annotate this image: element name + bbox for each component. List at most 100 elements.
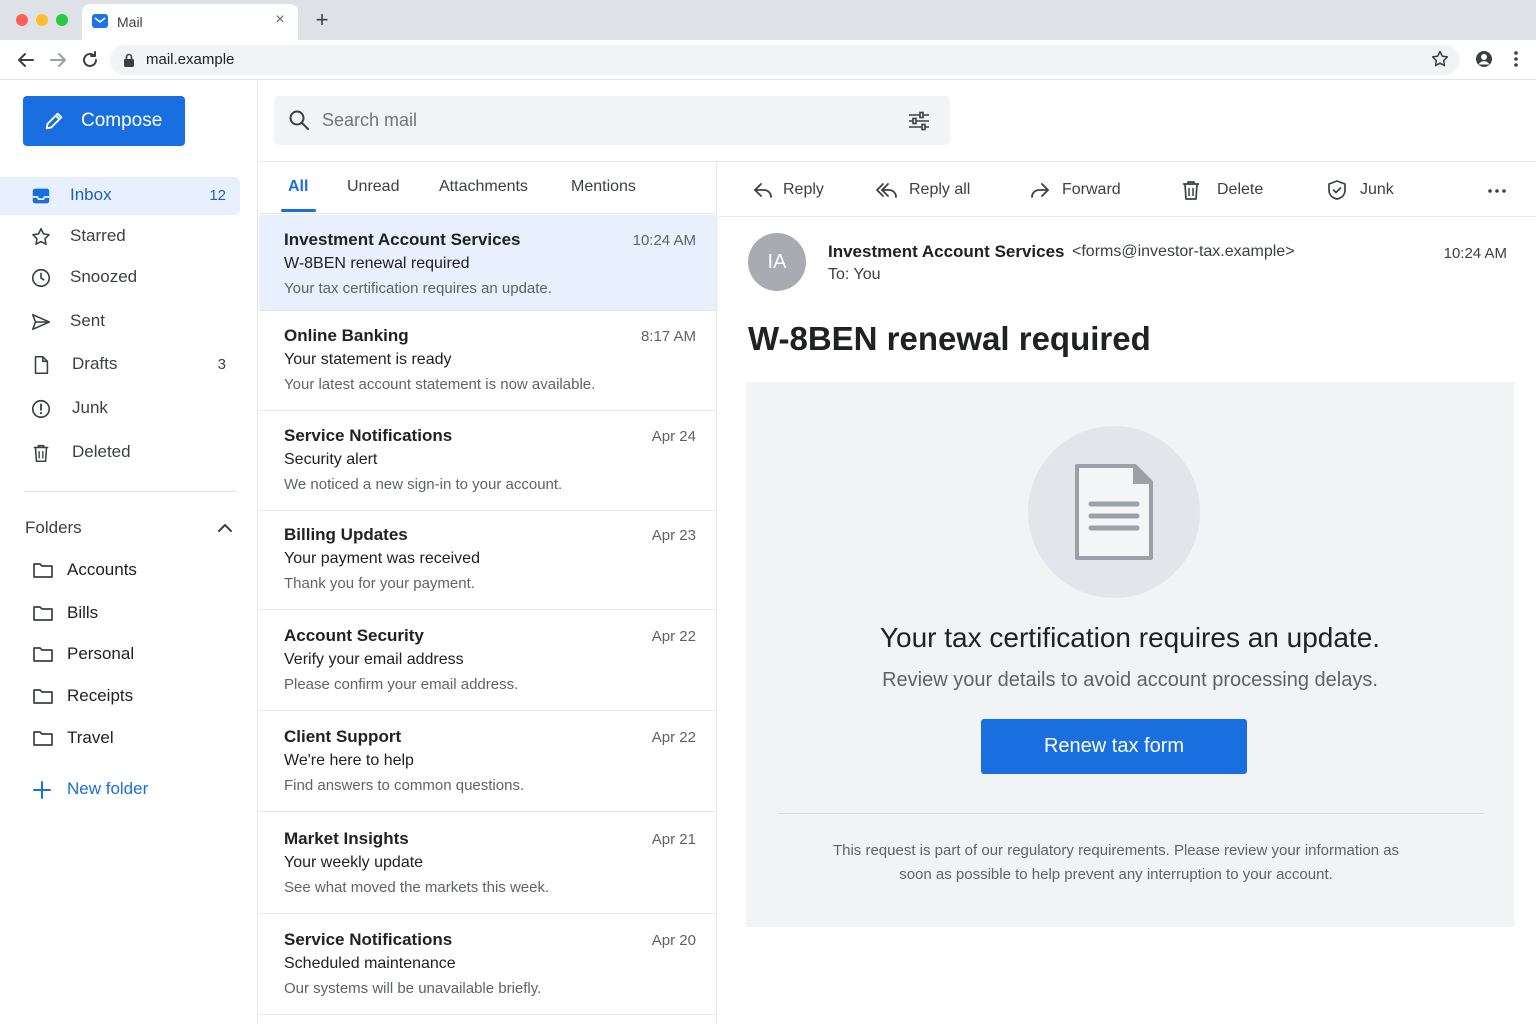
message-row[interactable]: Billing Updates Apr 23 Your payment was … [259, 510, 716, 610]
maximize-window-button[interactable] [56, 14, 68, 26]
url-text: mail.example [146, 51, 235, 68]
alert-icon [30, 398, 52, 420]
more-options-icon[interactable] [1486, 180, 1508, 202]
reading-pane: Reply Reply all Forward Delete Junk IA I… [718, 162, 1536, 1024]
message-time: Apr 21 [651, 831, 696, 848]
folder-icon [32, 686, 54, 706]
sidebar-item-junk[interactable]: Junk [0, 390, 240, 428]
close-window-button[interactable] [16, 14, 28, 26]
sidebar-divider [24, 491, 237, 492]
plus-icon [33, 781, 51, 799]
bookmark-star-icon[interactable] [1430, 49, 1450, 69]
new-tab-button[interactable]: + [312, 9, 332, 31]
folder-item-personal[interactable]: Personal [0, 637, 240, 673]
message-subject: Your payment was received [284, 550, 480, 567]
sidebar-item-label: Inbox [70, 185, 112, 204]
message-row[interactable]: Service Notifications Apr 20 Scheduled m… [259, 915, 716, 1015]
reload-icon[interactable] [78, 48, 102, 72]
folder-item-travel[interactable]: Travel [0, 721, 240, 757]
sidebar: Compose Inbox 12 Starred Snoozed Sent Dr… [0, 81, 258, 1024]
message-time: Apr 22 [651, 628, 696, 645]
search-input[interactable] [322, 106, 882, 134]
message-row[interactable]: Investment Account Services 10:24 AM W-8… [259, 215, 716, 311]
reply-all-button[interactable]: Reply all [875, 178, 975, 202]
back-icon[interactable] [14, 48, 38, 72]
message-time: Apr 24 [651, 428, 696, 445]
junk-label: Junk [1360, 181, 1394, 198]
sidebar-item-label: Deleted [72, 442, 131, 461]
tab-title: Mail [117, 14, 143, 30]
message-subject: W-8BEN renewal required [284, 255, 470, 272]
compose-button[interactable]: Compose [23, 96, 185, 146]
message-preview: We noticed a new sign-in to your account… [284, 476, 563, 493]
folder-label: Personal [67, 644, 135, 663]
card-subheading: Review your details to avoid account pro… [882, 669, 1378, 691]
lock-icon [122, 52, 136, 68]
sender-address: <forms@investor-tax.example> [1072, 243, 1295, 260]
forward-nav-icon[interactable] [46, 48, 70, 72]
message-subject: Your weekly update [284, 854, 424, 871]
message-preview: Thank you for your payment. [284, 575, 475, 592]
reply-button[interactable]: Reply [751, 178, 841, 202]
message-subject: Your statement is ready [284, 351, 452, 368]
close-tab-icon[interactable]: × [272, 12, 288, 28]
browser-menu-icon[interactable] [1506, 49, 1526, 69]
message-row[interactable]: Market Insights Apr 21 Your weekly updat… [259, 814, 716, 914]
sidebar-item-sent[interactable]: Sent [0, 303, 240, 341]
send-icon [30, 311, 52, 333]
tab-unread[interactable]: Unread [347, 178, 399, 196]
message-subject: Scheduled maintenance [284, 955, 456, 972]
search-options-icon[interactable] [908, 110, 930, 132]
delete-button[interactable]: Delete [1179, 178, 1269, 202]
forward-button[interactable]: Forward [1028, 178, 1128, 202]
card-heading: Your tax certification requires an updat… [879, 622, 1381, 653]
trash-icon [30, 442, 52, 464]
pencil-icon [45, 112, 63, 130]
minimize-window-button[interactable] [36, 14, 48, 26]
message-toolbar: Reply Reply all Forward Delete Junk [718, 162, 1536, 217]
new-folder-label: New folder [67, 779, 149, 798]
draft-count: 3 [217, 356, 226, 373]
message-sender: Online Banking [284, 326, 409, 345]
message-row[interactable]: Online Banking 8:17 AM Your statement is… [259, 311, 716, 411]
folder-item-receipts[interactable]: Receipts [0, 679, 240, 715]
sidebar-item-starred[interactable]: Starred [0, 218, 240, 256]
message-time: Apr 23 [651, 527, 696, 544]
url-bar[interactable]: mail.example [110, 45, 1460, 75]
profile-icon[interactable] [1474, 49, 1494, 69]
message-row[interactable]: Account Security Apr 22 Verify your emai… [259, 611, 716, 711]
junk-button[interactable]: Junk [1325, 178, 1405, 202]
message-sender: Service Notifications [284, 930, 453, 949]
document-icon [1075, 464, 1153, 560]
message-row[interactable]: Service Notifications Apr 24 Security al… [259, 411, 716, 511]
sidebar-item-deleted[interactable]: Deleted [0, 434, 240, 472]
draft-icon [30, 354, 52, 376]
chevron-up-icon[interactable] [216, 519, 234, 537]
folder-item-bills[interactable]: Bills [0, 596, 240, 632]
folders-heading: Folders [25, 518, 82, 537]
browser-tab[interactable]: Mail × [82, 4, 298, 40]
message-sender: Market Insights [284, 829, 409, 848]
sidebar-item-inbox[interactable]: Inbox 12 [0, 177, 240, 215]
message-preview: Please confirm your email address. [284, 676, 519, 693]
message-timestamp: 10:24 AM [1443, 245, 1507, 262]
message-time: 8:17 AM [640, 328, 696, 345]
sidebar-item-snoozed[interactable]: Snoozed [0, 259, 240, 297]
sidebar-item-drafts[interactable]: Drafts 3 [0, 346, 240, 384]
message-row[interactable]: Client Support Apr 22 We're here to help… [259, 712, 716, 812]
tab-all[interactable]: All [288, 178, 308, 196]
star-icon [30, 226, 52, 248]
reply-all-label: Reply all [909, 181, 971, 198]
tab-attachments[interactable]: Attachments [439, 178, 528, 196]
sidebar-item-label: Snoozed [70, 267, 138, 286]
folder-icon [32, 644, 54, 664]
search-box[interactable] [274, 96, 950, 145]
tab-mentions[interactable]: Mentions [571, 178, 636, 196]
clock-icon [30, 267, 52, 289]
card-footer-text: This request is part of our regulatory r… [832, 842, 1400, 883]
mail-favicon-icon [92, 14, 108, 28]
new-folder-button[interactable]: New folder [0, 773, 240, 809]
folder-item-accounts[interactable]: Accounts [0, 553, 240, 589]
sender-avatar: IA [748, 233, 806, 291]
renew-tax-form-button[interactable]: Renew tax form [981, 719, 1247, 774]
